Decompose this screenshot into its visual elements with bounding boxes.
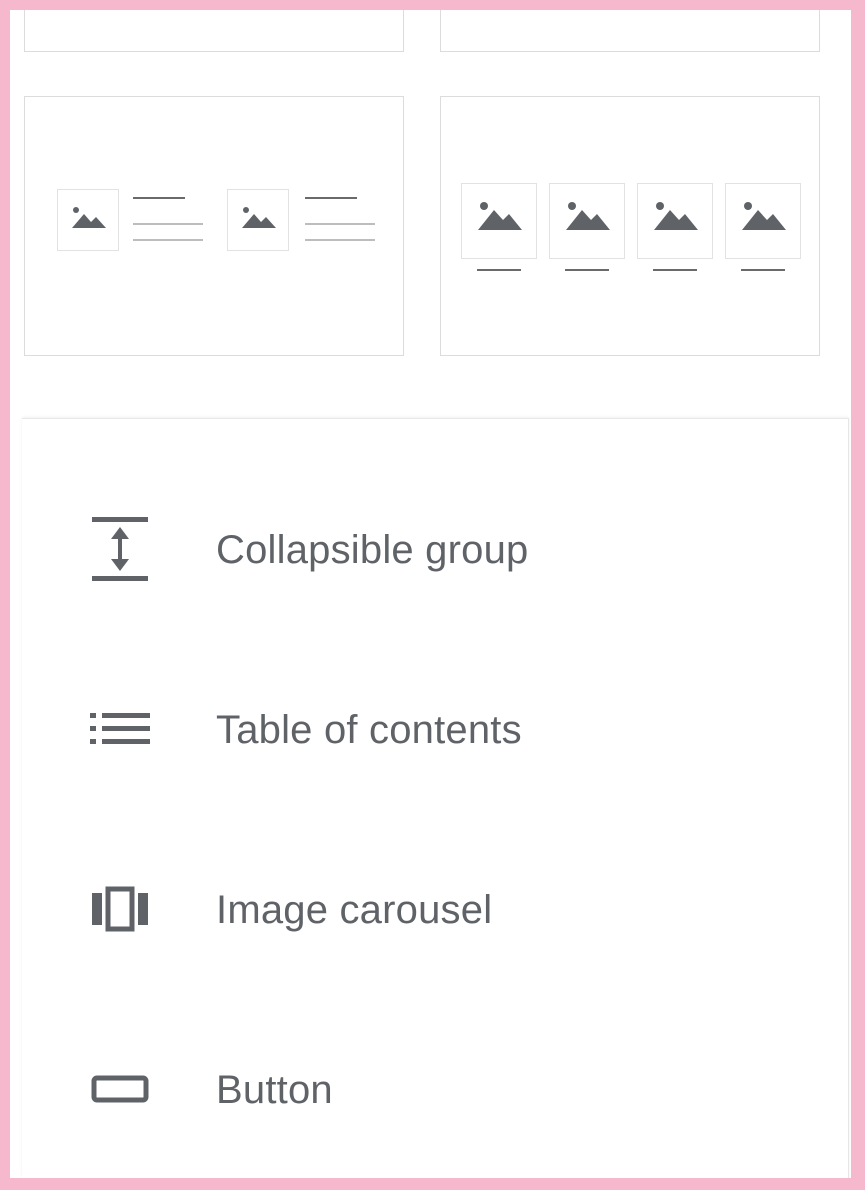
layout-tile-two-image-text[interactable] [24,96,404,356]
menu-item-label: Image carousel [216,888,493,932]
menu-item-label: Table of contents [216,708,522,752]
insert-menu: Collapsible group Table of contents Imag… [22,418,849,1178]
caption-line [653,269,697,271]
collapsible-group-icon [84,513,156,585]
menu-item-collapsible-group[interactable]: Collapsible group [22,489,848,609]
caption-line [741,269,785,271]
heading-line [305,197,357,199]
layout-tile-four-image-caption[interactable] [440,96,820,356]
layout-tile-partial-left[interactable] [24,10,404,52]
text-line [133,239,203,241]
image-placeholder-icon [461,183,537,259]
menu-item-image-carousel[interactable]: Image carousel [22,849,848,969]
image-placeholder-icon [227,189,289,251]
layout-tile-partial-right[interactable] [440,10,820,52]
text-line [305,239,375,241]
menu-item-table-of-contents[interactable]: Table of contents [22,669,848,789]
insert-panel: Collapsible group Table of contents Imag… [0,0,865,1190]
table-of-contents-icon [84,693,156,765]
button-icon [84,1053,156,1125]
menu-item-button[interactable]: Button [22,1029,848,1149]
layout-gallery [10,10,851,418]
menu-item-label: Collapsible group [216,528,529,572]
text-line [305,223,375,225]
caption-line [565,269,609,271]
menu-item-label: Button [216,1068,333,1112]
image-placeholder-icon [637,183,713,259]
heading-line [133,197,185,199]
image-placeholder-icon [57,189,119,251]
image-placeholder-icon [549,183,625,259]
text-line [133,223,203,225]
caption-line [477,269,521,271]
image-carousel-icon [84,873,156,945]
image-placeholder-icon [725,183,801,259]
